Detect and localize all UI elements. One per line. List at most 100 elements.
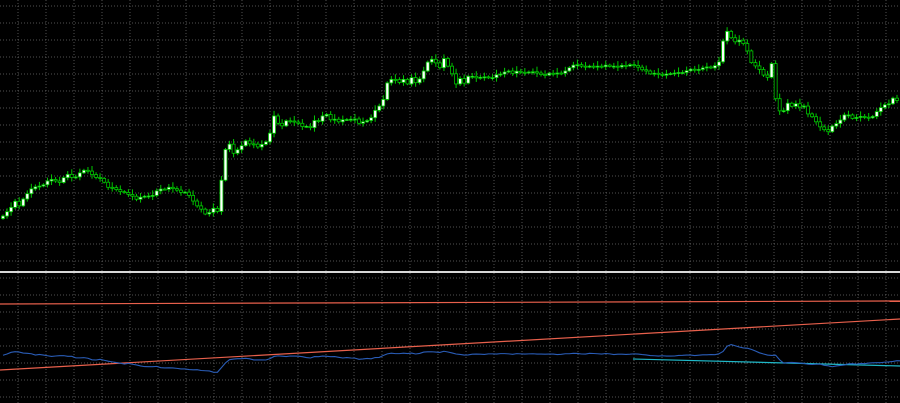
candle-body-bear <box>462 78 467 84</box>
candle-body-bull <box>284 120 289 127</box>
candle-body-bull <box>652 72 657 75</box>
candle-body-bear <box>818 121 823 128</box>
candle-body-bear <box>765 74 770 78</box>
candle-body-bull <box>466 75 471 84</box>
candle-body-bull <box>13 200 18 208</box>
candle-body-bear <box>539 72 543 75</box>
candle-body-bear <box>510 70 515 74</box>
candle-body-bull <box>365 120 369 123</box>
candle-body-bear <box>17 200 22 207</box>
candle-body-bear <box>745 43 750 52</box>
candle-body-bull <box>154 190 159 196</box>
candle-body-bull <box>158 188 163 192</box>
candle-body-bear <box>741 39 746 44</box>
candle-body-bull <box>684 70 689 73</box>
candle <box>729 29 734 39</box>
candle-body-bear <box>328 114 333 121</box>
candle <box>749 49 754 64</box>
chart-root <box>0 0 900 403</box>
chart-background <box>0 0 900 403</box>
candle-body-bull <box>41 184 46 187</box>
candle-body-bull <box>409 77 414 85</box>
candle-body-bear <box>114 187 119 191</box>
candle-body-bull <box>166 186 171 190</box>
candle-body-bear <box>551 72 556 75</box>
chart-canvas <box>0 0 900 403</box>
candle-body-bull <box>235 149 240 154</box>
candle-body-bear <box>203 208 208 215</box>
candle <box>219 176 224 215</box>
candle-body-bear <box>53 179 58 182</box>
candle <box>721 38 725 64</box>
candle-body-bear <box>862 116 867 118</box>
candle-body-bull <box>858 116 863 118</box>
candle-body-bull <box>219 179 224 212</box>
candle-body-bull <box>332 118 337 121</box>
candle-body-bear <box>118 189 123 193</box>
candle-body-bull <box>207 212 212 215</box>
candle-body-bull <box>401 78 406 83</box>
candle-body-bear <box>134 195 139 200</box>
candle-body-bear <box>656 72 661 75</box>
candle-body-bull <box>429 58 434 63</box>
candle-body-bull <box>769 63 774 78</box>
candle-body-bull <box>320 115 325 122</box>
candle-body-bear <box>789 102 794 107</box>
candle-body-bull <box>704 66 709 69</box>
candle-body-bear <box>753 62 758 67</box>
candle <box>21 197 26 208</box>
candle-body-bull <box>458 78 463 85</box>
candle-body-bull <box>563 70 568 74</box>
candle <box>830 124 835 133</box>
candle-body-bear <box>437 62 442 69</box>
candle-body-bull <box>425 61 430 72</box>
candle <box>466 74 471 85</box>
candle-body-bull <box>785 102 790 112</box>
candle-body-bear <box>733 37 738 43</box>
candle-body-bull <box>887 103 891 106</box>
candle-body-bear <box>474 75 479 79</box>
candle-body-bull <box>737 39 742 43</box>
candle-body-bear <box>255 143 260 148</box>
candle-body-bull <box>61 177 66 183</box>
candle-body-bear <box>231 143 236 154</box>
candle-body-bull <box>389 78 394 84</box>
candle-body-bull <box>514 70 519 74</box>
candle-body-bull <box>65 173 70 179</box>
candle-body-bull <box>688 68 693 72</box>
candle-body-bull <box>239 145 244 151</box>
candle-body-bear <box>357 118 361 124</box>
candle-body-bull <box>506 70 511 73</box>
candle-body-bull <box>304 125 309 128</box>
candle-body-bear <box>559 72 564 75</box>
candle <box>891 96 895 105</box>
candle-body-bear <box>729 30 734 39</box>
candle-body-bull <box>373 109 378 119</box>
candle <box>446 57 450 68</box>
candle-body-bear <box>636 65 641 68</box>
candle-body-bull <box>324 114 329 117</box>
candle-body-bull <box>494 74 499 78</box>
candle-body-bear <box>397 79 402 83</box>
candle <box>284 119 289 128</box>
candle-body-bear <box>749 50 754 64</box>
candle-body-bear <box>171 186 175 189</box>
candle-body-bull <box>21 198 26 207</box>
candle-body-bull <box>870 116 875 119</box>
candle-body-bull <box>490 77 495 79</box>
candle <box>223 147 228 182</box>
candle-body-bear <box>187 191 191 196</box>
candle <box>425 60 430 73</box>
candle-body-bear <box>599 65 604 68</box>
candle-body-bull <box>854 117 859 119</box>
candle-body-bear <box>757 65 762 70</box>
candle-body-bull <box>138 196 143 200</box>
candle-body-bull <box>793 103 798 107</box>
candle-body-bear <box>175 188 179 191</box>
candle <box>385 81 390 101</box>
candle-body-bull <box>838 119 843 124</box>
candle-body-bear <box>810 113 814 118</box>
candle-body-bear <box>292 120 297 123</box>
candle-body-bear <box>191 195 196 202</box>
candle-body-bear <box>94 174 98 178</box>
